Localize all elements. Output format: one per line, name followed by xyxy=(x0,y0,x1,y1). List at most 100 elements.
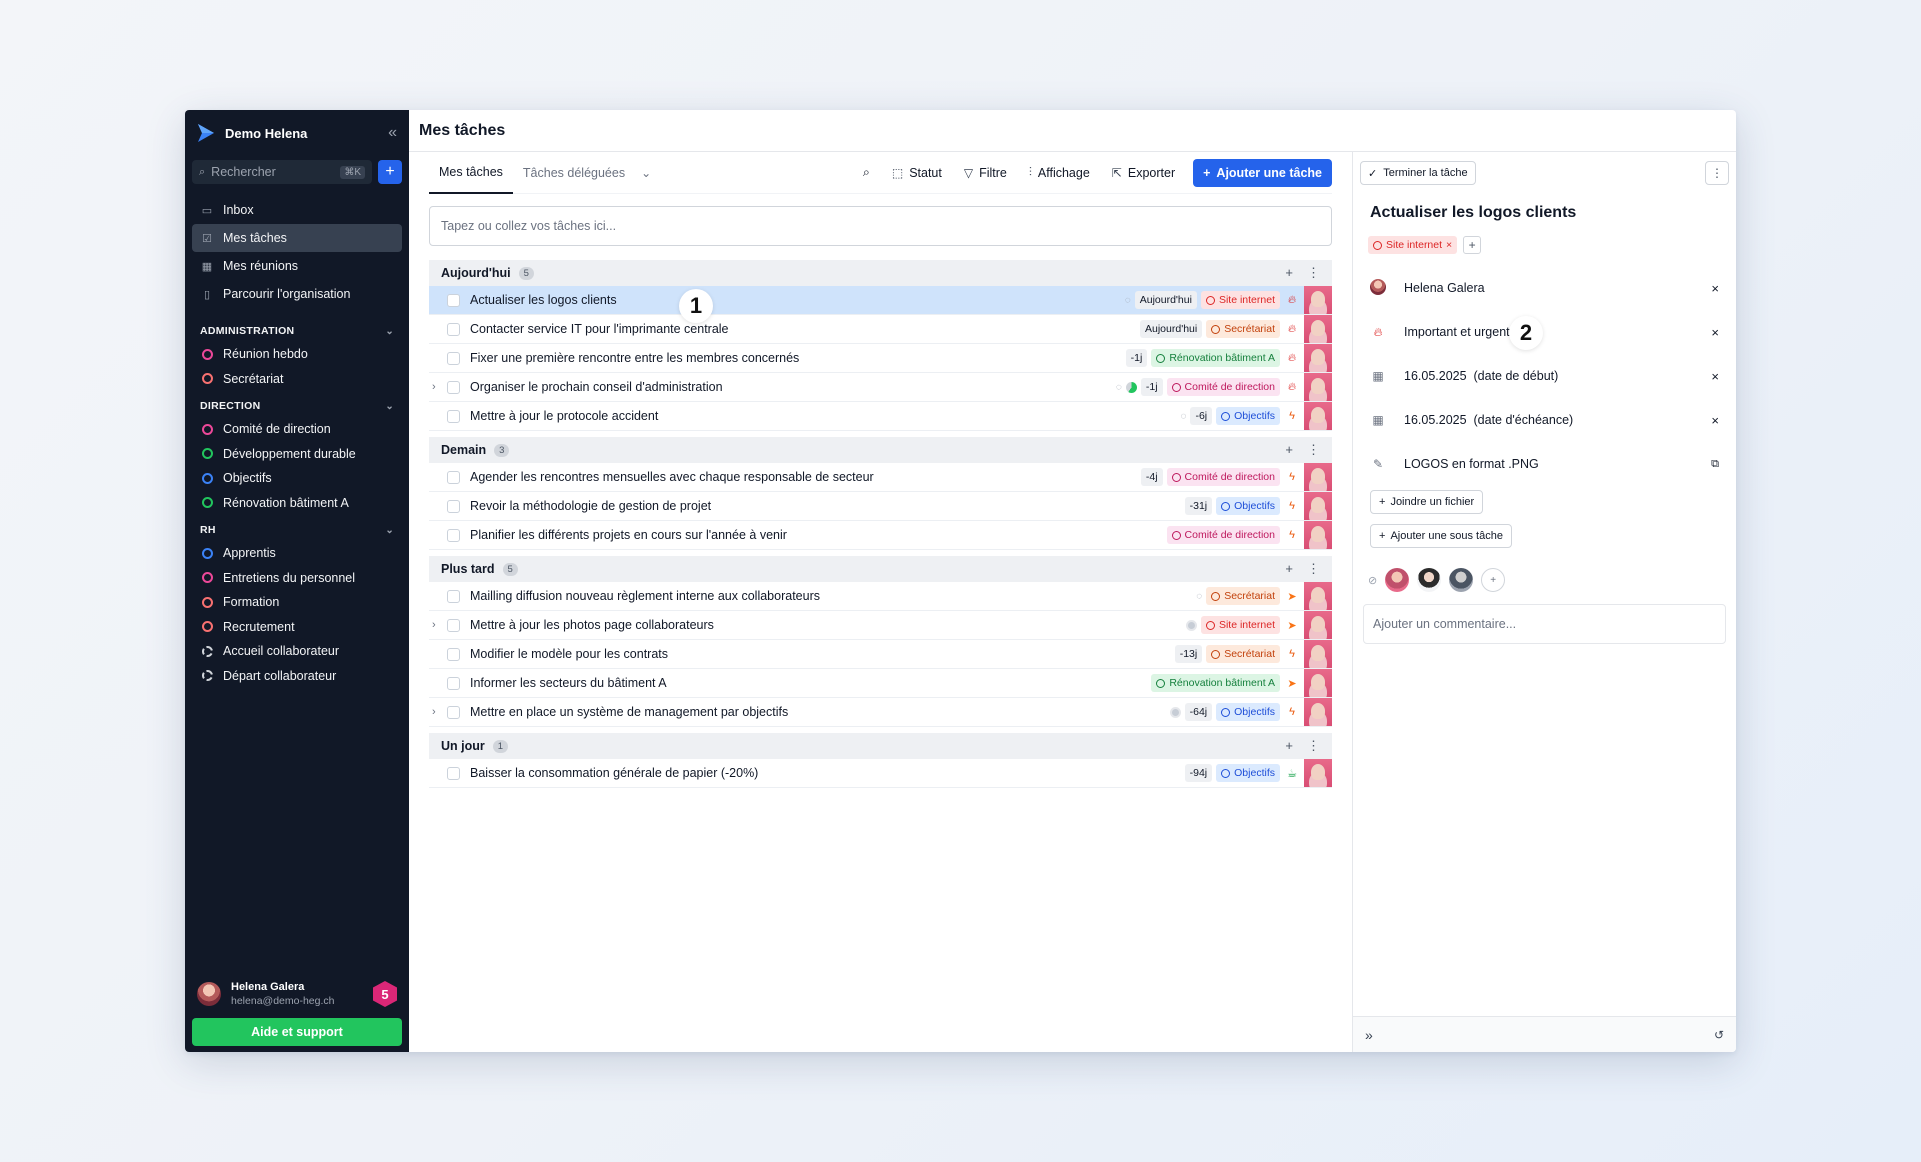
attach-file-button[interactable]: + Joindre un fichier xyxy=(1370,490,1484,514)
notification-badge[interactable]: 5 xyxy=(373,981,397,1007)
sidebar-item-team[interactable]: Formation xyxy=(192,590,402,615)
table-row[interactable]: Contacter service IT pour l'imprimante c… xyxy=(429,315,1332,344)
tag-chip[interactable]: Comité de direction xyxy=(1166,378,1280,396)
task-title[interactable]: Contacter service IT pour l'imprimante c… xyxy=(470,322,729,336)
plus-icon[interactable]: + xyxy=(1285,738,1293,754)
fire-icon[interactable]: 🔥︎ xyxy=(1284,352,1300,365)
chevron-down-icon[interactable]: ⌄ xyxy=(641,166,651,180)
avatar[interactable] xyxy=(1304,521,1332,549)
avatar[interactable] xyxy=(1417,568,1442,592)
add-follower-icon[interactable]: + xyxy=(1481,568,1506,592)
due-badge[interactable]: -64j xyxy=(1184,703,1213,721)
bolt-icon[interactable]: ϟ xyxy=(1284,471,1300,483)
tag-chip[interactable]: Comité de direction xyxy=(1166,468,1280,486)
bolt-icon[interactable]: ϟ xyxy=(1284,500,1300,512)
task-checkbox[interactable] xyxy=(447,528,460,542)
affichage-button[interactable]: ⫶ Affichage xyxy=(1019,159,1100,187)
chevron-down-icon[interactable]: ⌄ xyxy=(385,326,394,337)
link-row[interactable]: ✎ LOGOS en format .PNG ⧉ xyxy=(1353,442,1736,486)
task-checkbox[interactable] xyxy=(447,322,460,336)
task-title[interactable]: Mailling diffusion nouveau règlement int… xyxy=(470,589,820,603)
comment-input[interactable]: Ajouter un commentaire... xyxy=(1363,604,1726,644)
table-row[interactable]: Modifier le modèle pour les contrats -13j… xyxy=(429,640,1332,669)
sidebar-item-team[interactable]: Développement durable xyxy=(192,442,402,467)
task-title[interactable]: Fixer une première rencontre entre les m… xyxy=(470,351,799,365)
sidebar-item-0[interactable]: ▭ Inbox xyxy=(192,196,402,224)
task-title[interactable]: Modifier le modèle pour les contrats xyxy=(470,647,668,661)
due-badge[interactable]: Aujourd'hui xyxy=(1134,291,1197,309)
table-row[interactable]: › Organiser le prochain conseil d'adminis… xyxy=(429,373,1332,402)
add-task-button[interactable]: + Ajouter une tâche xyxy=(1193,158,1332,187)
sidebar-section-header[interactable]: RH ⌄ xyxy=(185,519,409,541)
external-link-icon[interactable]: ⧉ xyxy=(1711,458,1719,471)
tag-chip[interactable]: Secrétariat xyxy=(1206,645,1280,663)
exporter-button[interactable]: ⇱ Exporter xyxy=(1102,159,1185,187)
task-checkbox[interactable] xyxy=(447,351,460,365)
tag-chip[interactable]: Secrétariat xyxy=(1206,320,1280,338)
quick-add-input[interactable]: Tapez ou collez vos tâches ici... xyxy=(429,206,1332,246)
plus-icon[interactable]: + xyxy=(1285,442,1293,458)
table-row[interactable]: Mailling diffusion nouveau règlement int… xyxy=(429,582,1332,611)
group-header[interactable]: Aujourd'hui 5 + ⋮ xyxy=(429,260,1332,286)
due-badge[interactable]: -31j xyxy=(1184,497,1213,515)
expand-panel-icon[interactable]: » xyxy=(1365,1027,1373,1043)
bolt-icon[interactable]: ϟ xyxy=(1284,706,1300,718)
task-title[interactable]: Actualiser les logos clients xyxy=(470,293,617,307)
assignee-row[interactable]: Helena Galera × xyxy=(1353,266,1736,310)
task-checkbox[interactable] xyxy=(447,499,460,513)
table-row[interactable]: Informer les secteurs du bâtiment A Rénov… xyxy=(429,669,1332,698)
table-row[interactable]: Fixer une première rencontre entre les m… xyxy=(429,344,1332,373)
sidebar-item-team[interactable]: Départ collaborateur xyxy=(192,664,402,689)
fire-icon[interactable]: 🔥︎ xyxy=(1284,323,1300,336)
chevron-down-icon[interactable]: ⌄ xyxy=(385,525,394,536)
more-options-icon[interactable]: ⋮ xyxy=(1705,161,1729,185)
avatar[interactable] xyxy=(1304,344,1332,372)
finish-task-button[interactable]: ✓ Terminer la tâche xyxy=(1360,161,1476,185)
task-checkbox[interactable] xyxy=(447,589,460,603)
tag-chip[interactable]: Rénovation bâtiment A xyxy=(1151,674,1280,692)
more-options-icon[interactable]: ⋮ xyxy=(1307,561,1320,577)
due-badge[interactable]: -1j xyxy=(1140,378,1163,396)
table-row[interactable]: Revoir la méthodologie de gestion de pro… xyxy=(429,492,1332,521)
more-options-icon[interactable]: ⋮ xyxy=(1307,442,1320,458)
tag-chip[interactable]: Objectifs xyxy=(1216,764,1280,782)
sidebar-section-header[interactable]: DIRECTION ⌄ xyxy=(185,395,409,417)
table-row[interactable]: › Mettre en place un système de managemen… xyxy=(429,698,1332,727)
sidebar-item-1[interactable]: ☑ Mes tâches xyxy=(192,224,402,252)
task-title[interactable]: Actualiser les logos clients xyxy=(1353,194,1736,222)
chevron-down-icon[interactable]: ⌄ xyxy=(385,401,394,412)
tag-chip[interactable]: Comité de direction xyxy=(1166,526,1280,544)
task-title[interactable]: Planifier les différents projets en cour… xyxy=(470,528,787,542)
table-row[interactable]: Baisser la consommation générale de papi… xyxy=(429,759,1332,788)
sidebar-item-team[interactable]: Rénovation bâtiment A xyxy=(192,491,402,516)
plus-icon[interactable]: + xyxy=(1285,561,1293,577)
remove-assignee-icon[interactable]: × xyxy=(1711,281,1719,296)
chevron-right-icon[interactable]: › xyxy=(432,706,436,718)
group-header[interactable]: Plus tard 5 + ⋮ xyxy=(429,556,1332,582)
avatar[interactable] xyxy=(1304,640,1332,668)
fire-icon[interactable]: 🔥︎ xyxy=(1284,294,1300,307)
sidebar-item-2[interactable]: ▦ Mes réunions xyxy=(192,252,402,280)
task-title[interactable]: Mettre en place un système de management… xyxy=(470,705,788,719)
table-row[interactable]: Agender les rencontres mensuelles avec c… xyxy=(429,463,1332,492)
add-tag-button[interactable]: + xyxy=(1463,236,1482,254)
task-title[interactable]: Informer les secteurs du bâtiment A xyxy=(470,676,667,690)
due-badge[interactable]: Aujourd'hui xyxy=(1140,320,1203,338)
history-icon[interactable]: ↺ xyxy=(1714,1028,1724,1042)
remove-tag-icon[interactable]: × xyxy=(1446,239,1452,251)
tag-chip[interactable]: Rénovation bâtiment A xyxy=(1151,349,1280,367)
task-title[interactable]: Baisser la consommation générale de papi… xyxy=(470,766,758,780)
bolt-icon[interactable]: ϟ xyxy=(1284,529,1300,541)
due-date-row[interactable]: ▦ 16.05.2025 (date d'échéance) × xyxy=(1353,398,1736,442)
chevron-right-icon[interactable]: › xyxy=(432,381,436,393)
avatar[interactable] xyxy=(1304,315,1332,343)
task-checkbox[interactable] xyxy=(447,470,460,484)
task-title[interactable]: Mettre à jour les photos page collaborat… xyxy=(470,618,714,632)
send-icon[interactable]: ➤ xyxy=(1284,677,1300,690)
bolt-icon[interactable]: ϟ xyxy=(1284,410,1300,422)
avatar[interactable] xyxy=(1385,568,1410,592)
avatar[interactable] xyxy=(1304,582,1332,610)
plus-icon[interactable]: + xyxy=(1285,265,1293,281)
more-options-icon[interactable]: ⋮ xyxy=(1307,265,1320,281)
avatar[interactable] xyxy=(1304,669,1332,697)
